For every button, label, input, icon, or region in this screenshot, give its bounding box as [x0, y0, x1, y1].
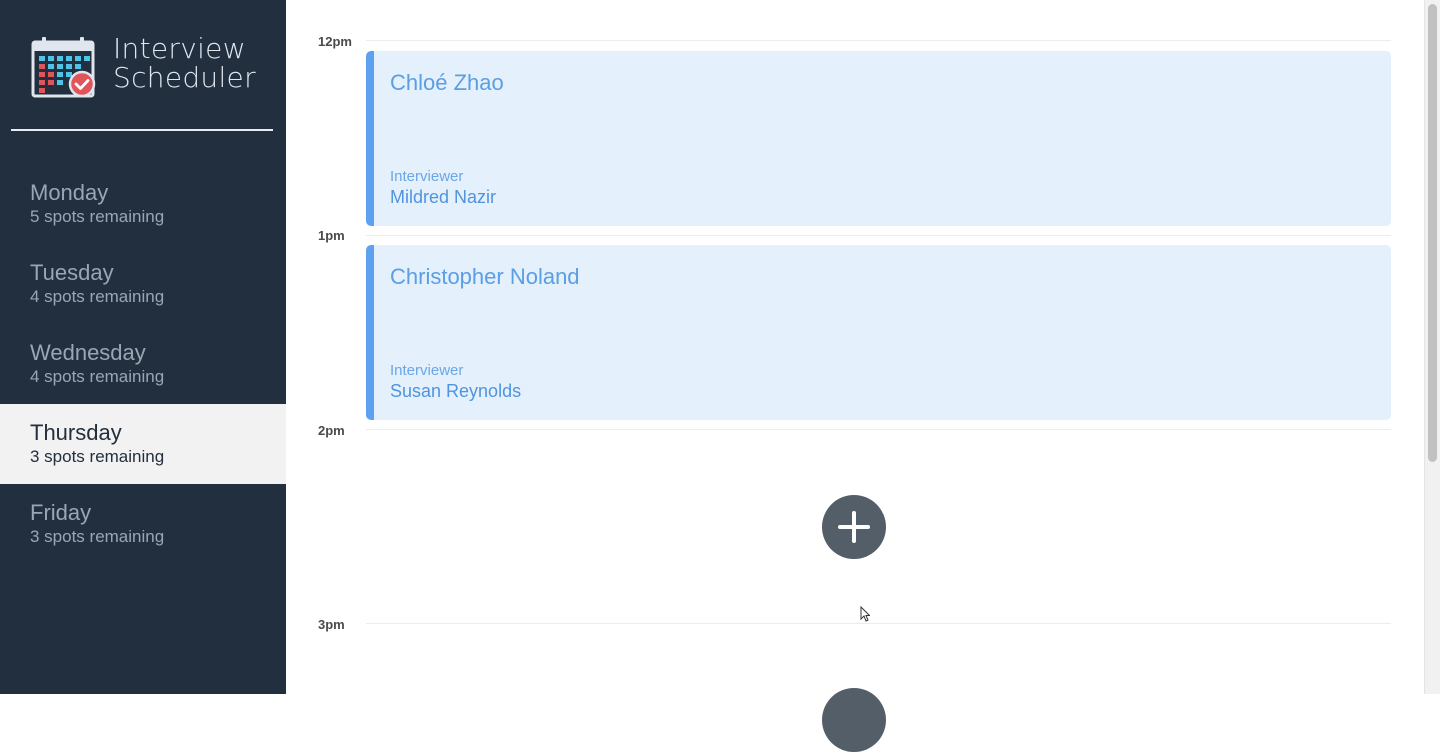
student-name: Chloé Zhao	[390, 70, 504, 95]
day-name: Wednesday	[30, 340, 146, 365]
interviewer-name: Mildred Nazir	[390, 187, 497, 207]
scrollbar[interactable]	[1424, 0, 1440, 694]
day-item-wednesday[interactable]: Wednesday 4 spots remaining	[0, 324, 286, 404]
brand: Interview Scheduler	[30, 34, 270, 100]
add-appointment-button[interactable]	[822, 688, 886, 752]
day-name: Monday	[30, 180, 109, 205]
add-appointment-button[interactable]	[822, 495, 886, 559]
time-label-12pm: 12pm	[318, 34, 352, 49]
day-item-tuesday[interactable]: Tuesday 4 spots remaining	[0, 244, 286, 324]
day-spots: 5 spots remaining	[30, 207, 165, 226]
appointment-card[interactable]: Christopher Noland Interviewer Susan Rey…	[366, 245, 1391, 420]
day-name: Thursday	[30, 420, 122, 445]
time-label-3pm: 3pm	[318, 617, 345, 632]
schedule: 12pm Chloé Zhao Interviewer Mildred Nazi…	[286, 0, 1424, 752]
day-list: Monday 5 spots remaining Tuesday 4 spots…	[0, 164, 286, 564]
day-spots: 3 spots remaining	[30, 527, 165, 546]
day-item-friday[interactable]: Friday 3 spots remaining	[0, 484, 286, 564]
student-name: Christopher Noland	[390, 264, 580, 289]
app-title-line2: Scheduler	[113, 61, 256, 94]
time-label-2pm: 2pm	[318, 423, 345, 438]
sidebar: Interview Scheduler Monday 5 spots remai…	[0, 0, 286, 694]
interviewer-label: Interviewer	[390, 168, 464, 185]
day-spots: 3 spots remaining	[30, 447, 165, 466]
hour-line	[366, 40, 1391, 41]
calendar-check-icon	[31, 37, 96, 98]
app-title: Interview Scheduler	[113, 34, 256, 92]
appointment-card[interactable]: Chloé Zhao Interviewer Mildred Nazir	[366, 51, 1391, 226]
day-spots: 4 spots remaining	[30, 367, 165, 386]
day-name: Friday	[30, 500, 92, 525]
sidebar-separator	[11, 129, 273, 131]
scrollbar-thumb[interactable]	[1428, 4, 1437, 462]
day-item-monday[interactable]: Monday 5 spots remaining	[0, 164, 286, 244]
hour-line	[366, 429, 1391, 430]
interviewer-name: Susan Reynolds	[390, 381, 522, 401]
time-label-1pm: 1pm	[318, 228, 345, 243]
mouse-cursor-icon	[860, 606, 870, 622]
hour-line	[366, 235, 1391, 236]
interviewer-label: Interviewer	[390, 362, 464, 379]
hour-line	[366, 623, 1391, 624]
day-spots: 4 spots remaining	[30, 287, 165, 306]
day-name: Tuesday	[30, 260, 114, 285]
app-title-line1: Interview	[113, 32, 246, 65]
day-item-thursday[interactable]: Thursday 3 spots remaining	[0, 404, 286, 484]
